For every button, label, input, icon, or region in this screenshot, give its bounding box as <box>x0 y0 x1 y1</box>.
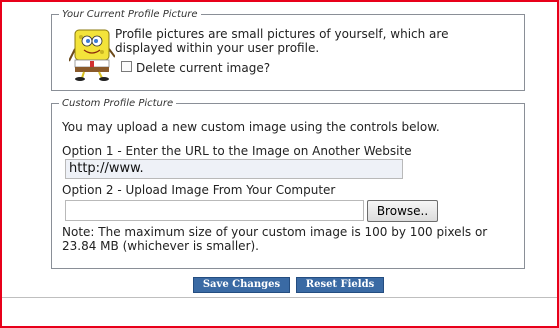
current-picture-description: Profile pictures are small pictures of y… <box>115 27 449 55</box>
image-url-input[interactable]: http://www. <box>65 159 403 179</box>
file-path-input[interactable] <box>65 200 364 221</box>
footer-divider <box>2 297 557 298</box>
custom-picture-legend: Custom Profile Picture <box>59 97 177 110</box>
delete-image-label[interactable]: Delete current image? <box>136 61 270 75</box>
option2-label: Option 2 - Upload Image From Your Comput… <box>62 183 336 197</box>
option1-label: Option 1 - Enter the URL to the Image on… <box>62 144 412 158</box>
custom-profile-picture-section: Custom Profile Picture You may upload a … <box>51 97 525 269</box>
browse-button[interactable]: Browse.. <box>367 200 438 222</box>
delete-image-checkbox[interactable] <box>121 61 132 72</box>
spongebob-avatar-image <box>69 29 115 81</box>
save-changes-button[interactable]: Save Changes <box>193 277 290 293</box>
reset-fields-button[interactable]: Reset Fields <box>296 277 384 293</box>
current-picture-legend: Your Current Profile Picture <box>59 8 201 21</box>
upload-instructions: You may upload a new custom image using … <box>62 120 440 134</box>
size-limit-note: Note: The maximum size of your custom im… <box>62 225 488 253</box>
current-profile-picture-section: Your Current Profile Picture Profile pic… <box>51 8 525 91</box>
